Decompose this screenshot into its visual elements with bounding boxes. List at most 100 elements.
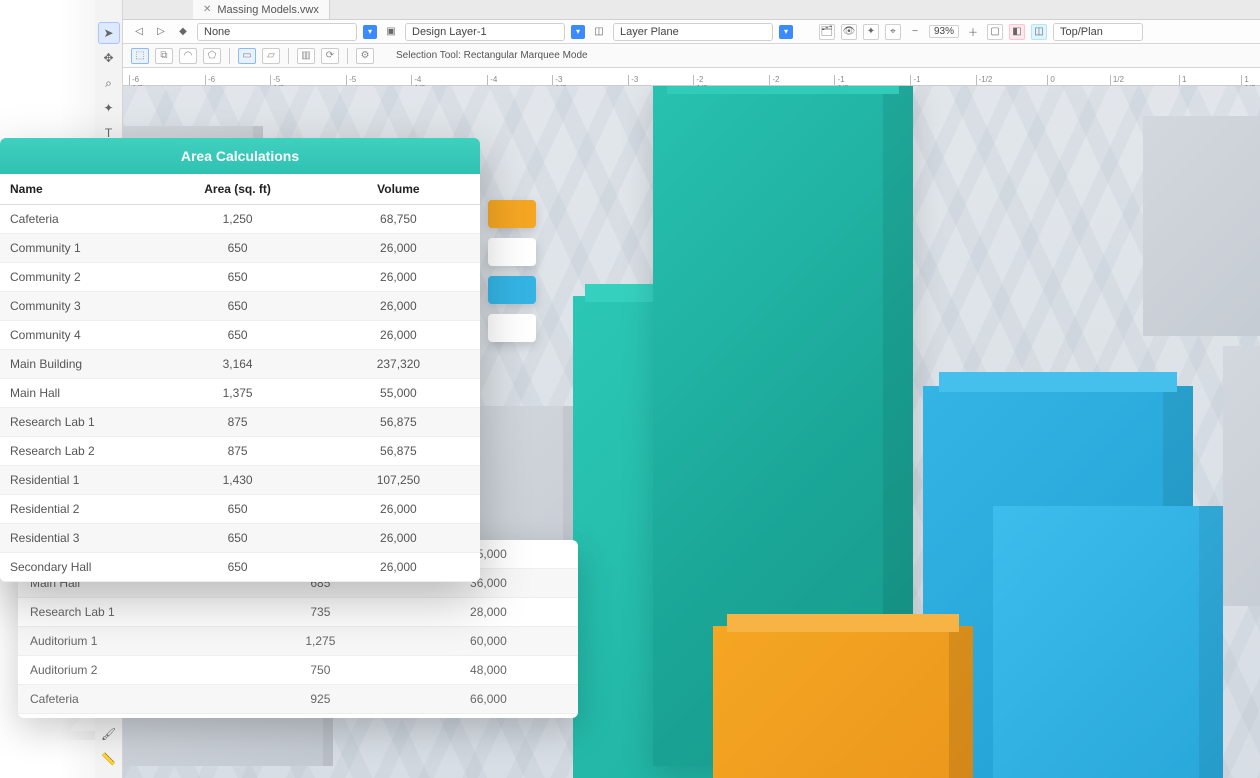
table-cell: 48,000: [399, 656, 578, 685]
table-cell: Community 3: [0, 292, 158, 321]
document-tab[interactable]: ✕ Massing Models.vwx: [193, 0, 330, 19]
horizontal-ruler: -6 1/2-6-5 1/2-5-4 1/2-4-3 1/2-3-2 1/2-2…: [123, 68, 1260, 86]
table-row[interactable]: Community 265026,000: [0, 263, 480, 292]
table-row[interactable]: Main Hall1,37555,000: [0, 379, 480, 408]
table-row[interactable]: Cafeteria92566,000: [18, 685, 578, 714]
ruler-tick: -5: [346, 75, 356, 85]
plane-selector[interactable]: Layer Plane: [613, 23, 773, 41]
tool-zoom[interactable]: ⌕: [98, 72, 120, 94]
mode-poly-icon[interactable]: ⬠: [203, 48, 221, 64]
layer-selector[interactable]: Design Layer-1: [405, 23, 565, 41]
mode-separator-3: [347, 48, 348, 64]
mode-offset-icon[interactable]: ⟳: [321, 48, 339, 64]
nav-fwd-icon[interactable]: ▷: [153, 24, 169, 40]
table-cell: 237,320: [317, 350, 480, 379]
mode-wall-icon[interactable]: ▥: [297, 48, 315, 64]
tool-measure[interactable]: 📏: [98, 748, 120, 770]
table-row[interactable]: Auditorium 275048,000: [18, 656, 578, 685]
layer-dropdown-icon[interactable]: ▾: [571, 25, 585, 39]
zoom-out-icon[interactable]: −: [907, 24, 923, 40]
table-row[interactable]: Research Lab 173528,000: [18, 598, 578, 627]
nav-back-icon[interactable]: ◁: [131, 24, 147, 40]
table-row[interactable]: Residential 365026,000: [0, 524, 480, 553]
mode-marquee-icon[interactable]: ▭: [238, 48, 256, 64]
table-cell: Research Lab 2: [0, 437, 158, 466]
table-row[interactable]: Community 465026,000: [0, 321, 480, 350]
plane-icon[interactable]: ◫: [591, 24, 607, 40]
class-selector[interactable]: None: [197, 23, 357, 41]
table-cell: 60,000: [399, 627, 578, 656]
table-row[interactable]: Research Lab 287556,875: [0, 437, 480, 466]
card-tab-blue[interactable]: [488, 276, 536, 304]
close-icon[interactable]: ✕: [203, 4, 211, 15]
ruler-tick: -4: [487, 75, 497, 85]
table-row[interactable]: Cafeteria1,25068,750: [0, 205, 480, 234]
worksheet-column-header[interactable]: Name: [0, 174, 158, 205]
layer-icon[interactable]: ▣: [383, 24, 399, 40]
card-tab-white-2[interactable]: [488, 314, 536, 342]
fit-icon[interactable]: ▢: [987, 24, 1003, 40]
table-cell: 26,000: [317, 553, 480, 582]
table-row[interactable]: Residential 11,430107,250: [0, 466, 480, 495]
table-cell: 650: [158, 321, 316, 350]
table-row[interactable]: Residential 265026,000: [0, 495, 480, 524]
class-dropdown-icon[interactable]: ▾: [363, 25, 377, 39]
layer-selector-value: Design Layer-1: [412, 26, 487, 38]
table-cell: 26,000: [317, 524, 480, 553]
tool-pointer[interactable]: ➤: [98, 22, 120, 44]
view-selector[interactable]: Top/Plan: [1053, 23, 1143, 41]
worksheet-column-header[interactable]: Volume: [317, 174, 480, 205]
massing-model-orange[interactable]: [713, 626, 973, 778]
table-row[interactable]: Secondary Hall65026,000: [0, 553, 480, 582]
table-cell: Residential 2: [0, 495, 158, 524]
mode-multi-icon[interactable]: ⧉: [155, 48, 173, 64]
card-tab-orange[interactable]: [488, 200, 536, 228]
table-cell: 55,000: [317, 379, 480, 408]
table-cell: 26,000: [317, 495, 480, 524]
table-row[interactable]: Community 165026,000: [0, 234, 480, 263]
table-cell: 26,000: [317, 263, 480, 292]
tool-paint[interactable]: 🖌: [98, 723, 120, 745]
table-cell: 26,000: [317, 234, 480, 263]
multiview-icon[interactable]: ◫: [1031, 24, 1047, 40]
tool-flyover[interactable]: ✦: [98, 97, 120, 119]
view-bar: ◁ ▷ ◆ None ▾ ▣ Design Layer-1 ▾ ◫ Layer …: [123, 20, 1260, 44]
worksheet-column-header[interactable]: Area (sq. ft): [158, 174, 316, 205]
table-cell: Residential 3: [0, 524, 158, 553]
render-icon[interactable]: ✦: [863, 24, 879, 40]
table-cell: 3,164: [158, 350, 316, 379]
table-cell: 735: [242, 598, 399, 627]
mode-lasso-icon[interactable]: ◠: [179, 48, 197, 64]
tool-pan[interactable]: ✥: [98, 47, 120, 69]
mode-prefs-icon[interactable]: ⚙: [356, 48, 374, 64]
table-cell: 26,000: [317, 321, 480, 350]
snap-icon[interactable]: ⌖: [885, 24, 901, 40]
table-cell: 107,250: [317, 466, 480, 495]
unified-view-icon[interactable]: ◧: [1009, 24, 1025, 40]
table-cell: Main Hall: [0, 379, 158, 408]
ruler-tick: -3: [628, 75, 638, 85]
table-cell: 1,430: [158, 466, 316, 495]
zoom-value[interactable]: 93%: [929, 25, 959, 38]
visibility-icon[interactable]: 👁: [841, 24, 857, 40]
massing-model-blue-low[interactable]: [993, 506, 1223, 778]
table-row[interactable]: Main Building3,164237,320: [0, 350, 480, 379]
card-tab-white[interactable]: [488, 238, 536, 266]
mode-single-icon[interactable]: ⬚: [131, 48, 149, 64]
table-cell: Main Building: [0, 350, 158, 379]
ruler-tick: -2: [769, 75, 779, 85]
table-row[interactable]: Research Lab 187556,875: [0, 408, 480, 437]
worksheet-card[interactable]: Area Calculations NameArea (sq. ft)Volum…: [0, 138, 480, 582]
saved-views-icon[interactable]: 🗂: [819, 24, 835, 40]
zoom-in-icon[interactable]: ＋: [965, 24, 981, 40]
ruler-tick: 1 1/2: [1241, 75, 1260, 85]
table-cell: Cafeteria: [0, 205, 158, 234]
table-row[interactable]: Auditorium 11,27560,000: [18, 627, 578, 656]
plane-dropdown-icon[interactable]: ▾: [779, 25, 793, 39]
ruler-tick: -5 1/2: [270, 75, 291, 85]
view-selector-value: Top/Plan: [1060, 26, 1103, 38]
class-icon[interactable]: ◆: [175, 24, 191, 40]
table-row[interactable]: Community 365026,000: [0, 292, 480, 321]
mode-reshape-icon[interactable]: ▱: [262, 48, 280, 64]
ruler-tick: 1/2: [1110, 75, 1124, 85]
